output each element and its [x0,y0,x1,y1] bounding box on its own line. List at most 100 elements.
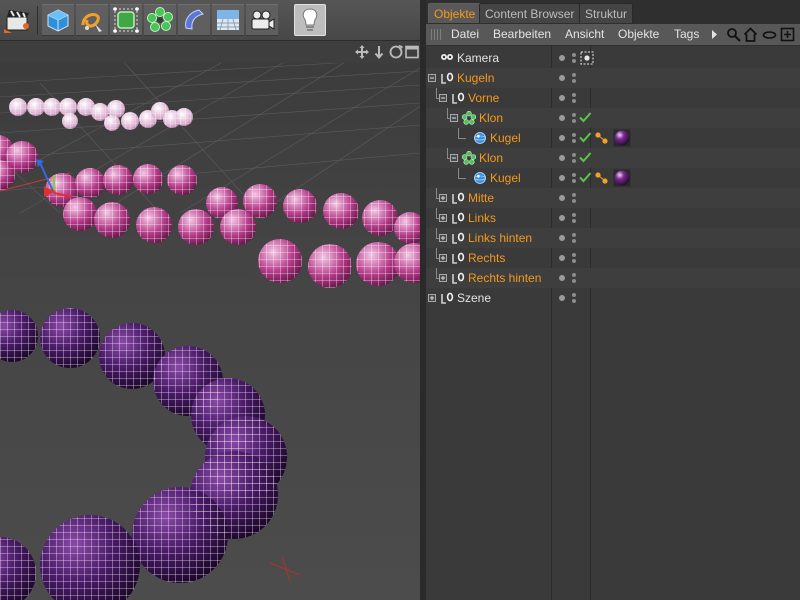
light-button[interactable] [294,4,326,36]
maximize-view-icon[interactable] [404,44,420,60]
render-visibility-dot[interactable] [572,73,576,77]
expand-toggle-icon[interactable] [439,194,447,202]
render-visibility-dot[interactable] [572,299,576,303]
object-name[interactable]: Links [468,208,496,228]
material-tag-icon[interactable] [613,129,631,147]
spline-pen-button[interactable] [76,4,108,36]
object-name[interactable]: Rechts hinten [468,268,541,288]
render-visibility-dot[interactable] [572,273,576,277]
editor-visibility-dot[interactable] [559,75,565,81]
menu-objekte[interactable]: Objekte [618,24,659,45]
render-visibility-dot[interactable] [572,133,576,137]
render-visibility-dot[interactable] [572,233,576,237]
enabled-check-icon[interactable] [578,170,592,184]
move-view-icon[interactable] [354,44,370,60]
phong-tag-icon[interactable] [593,129,611,147]
menu-tags[interactable]: Tags [674,24,699,45]
tree-row[interactable]: Klon [426,148,800,168]
tree-row[interactable]: Szene [426,288,800,308]
editor-visibility-dot[interactable] [559,255,565,261]
object-name[interactable]: Kamera [457,48,499,68]
render-visibility-dot[interactable] [572,53,576,57]
cube-button[interactable] [42,4,74,36]
object-name[interactable]: Szene [457,288,491,308]
render-visibility-dot[interactable] [572,213,576,217]
editor-visibility-dot[interactable] [559,175,565,181]
tree-row[interactable]: Mitte [426,188,800,208]
deformer-button[interactable] [178,4,210,36]
expand-toggle-icon[interactable] [450,114,458,122]
expand-toggle-icon[interactable] [439,274,447,282]
render-visibility-dot[interactable] [572,179,576,183]
tab-objekte[interactable]: Objekte [428,3,482,23]
object-name[interactable]: Klon [479,148,503,168]
object-name[interactable]: Links hinten [468,228,532,248]
render-visibility-dot[interactable] [572,99,576,103]
tree-row[interactable]: Vorne [426,88,800,108]
expand-toggle-icon[interactable] [450,154,458,162]
scene-floor-button[interactable] [212,4,244,36]
tree-row[interactable]: Kugel [426,168,800,188]
tab-content-browser[interactable]: Content Browser [479,3,581,23]
editor-visibility-dot[interactable] [559,135,565,141]
tree-row[interactable]: Klon [426,108,800,128]
camera-button[interactable] [246,4,278,36]
render-visibility-dot[interactable] [572,93,576,97]
object-name[interactable]: Vorne [468,88,499,108]
editor-visibility-dot[interactable] [559,55,565,61]
enabled-check-icon[interactable] [578,110,592,124]
render-visibility-dot[interactable] [572,153,576,157]
editor-visibility-dot[interactable] [559,115,565,121]
object-name[interactable]: Kugel [490,168,521,188]
render-visibility-dot[interactable] [572,293,576,297]
expand-toggle-icon[interactable] [428,74,436,82]
expand-toggle-icon[interactable] [439,254,447,262]
object-name[interactable]: Rechts [468,248,505,268]
editor-visibility-dot[interactable] [559,215,565,221]
hierarchy-oval-icon[interactable] [762,27,777,42]
editor-visibility-dot[interactable] [559,235,565,241]
menu-ansicht[interactable]: Ansicht [565,24,604,45]
render-visibility-dot[interactable] [572,259,576,263]
rotate-view-icon[interactable] [388,44,404,60]
tree-row[interactable]: Links [426,208,800,228]
zoom-view-icon[interactable] [371,44,387,60]
expand-toggle-icon[interactable] [439,94,447,102]
tree-row[interactable]: Kugeln [426,68,800,88]
render-visibility-dot[interactable] [572,173,576,177]
render-visibility-dot[interactable] [572,113,576,117]
expand-toggle-icon[interactable] [439,214,447,222]
menu-bearbeiten[interactable]: Bearbeiten [493,24,551,45]
object-name[interactable]: Kugel [490,128,521,148]
tab-struktur[interactable]: Struktur [579,3,634,23]
render-visibility-dot[interactable] [572,79,576,83]
menu-grip[interactable] [431,29,443,40]
object-name[interactable]: Mitte [468,188,494,208]
editor-visibility-dot[interactable] [559,95,565,101]
render-visibility-dot[interactable] [572,159,576,163]
tree-row[interactable]: Kugel [426,128,800,148]
render-visibility-dot[interactable] [572,193,576,197]
render-visibility-dot[interactable] [572,199,576,203]
render-visibility-dot[interactable] [572,279,576,283]
render-visibility-dot[interactable] [572,139,576,143]
tree-row[interactable]: Links hinten [426,228,800,248]
enabled-check-icon[interactable] [578,150,592,164]
editor-visibility-dot[interactable] [559,295,565,301]
material-tag-icon[interactable] [613,169,631,187]
tree-row[interactable]: Kamera [426,48,800,68]
home-icon[interactable] [743,27,758,42]
search-icon[interactable] [726,27,741,42]
render-button[interactable] [2,4,34,36]
tree-row[interactable]: Rechts hinten [426,268,800,288]
render-visibility-dot[interactable] [572,253,576,257]
editor-visibility-dot[interactable] [559,275,565,281]
subdivision-button[interactable] [110,4,142,36]
object-name[interactable]: Kugeln [457,68,494,88]
editor-visibility-dot[interactable] [559,195,565,201]
render-visibility-dot[interactable] [572,119,576,123]
cloner-button[interactable] [144,4,176,36]
camera-target-tag-icon[interactable] [578,49,596,67]
phong-tag-icon[interactable] [593,169,611,187]
editor-visibility-dot[interactable] [559,155,565,161]
